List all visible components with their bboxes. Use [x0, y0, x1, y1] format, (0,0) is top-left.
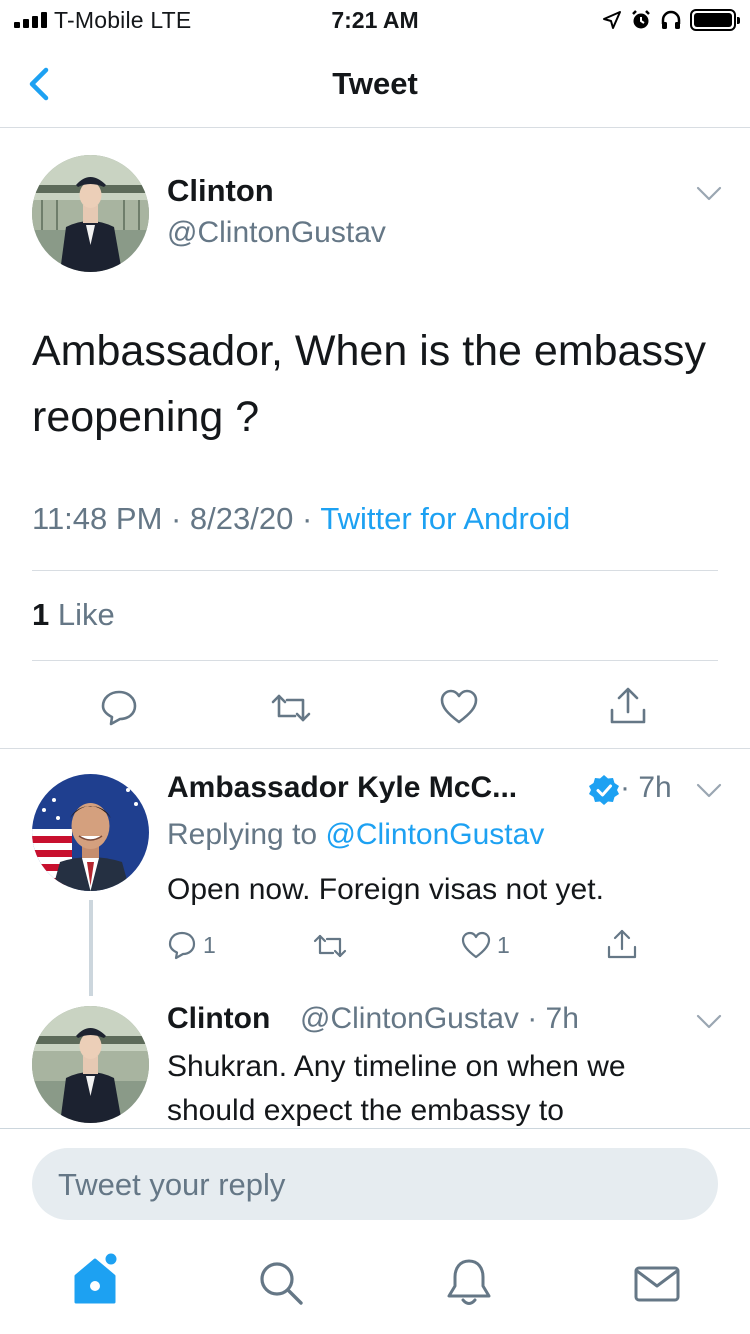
author-handle[interactable]: @ClintonGustav [167, 216, 386, 250]
verified-badge-icon [589, 775, 619, 805]
retweet-icon[interactable] [269, 690, 313, 726]
status-icons [602, 8, 740, 32]
reply-count: 1 [203, 932, 216, 958]
chevron-down-icon[interactable] [696, 1014, 722, 1030]
reply-author-name[interactable]: Clinton [167, 1002, 270, 1036]
replying-to-handle[interactable]: @ClintonGustav [325, 818, 544, 851]
like-label: Like [49, 597, 115, 632]
like-heart-icon[interactable] [460, 930, 492, 960]
reply-text-line: Shukran. Any timeline on when we [167, 1050, 626, 1083]
reply-icon[interactable] [167, 930, 197, 960]
reply-icon[interactable] [100, 688, 138, 726]
like-heart-icon[interactable] [439, 688, 479, 726]
tweet-meta: 11:48 PM · 8/23/20 · Twitter for Android [32, 501, 570, 537]
battery-icon [690, 9, 740, 31]
divider [32, 660, 718, 661]
avatar[interactable] [32, 155, 149, 272]
share-icon[interactable] [606, 928, 638, 960]
avatar[interactable] [32, 1006, 149, 1123]
page-title: Tweet [332, 66, 418, 101]
divider [0, 1128, 750, 1129]
divider [0, 748, 750, 749]
reply-handle-timestamp: @ClintonGustav · 7h [300, 1002, 579, 1035]
like-count: 1 [32, 597, 50, 632]
retweet-icon[interactable] [312, 931, 348, 961]
replying-to-label: Replying to [167, 818, 326, 851]
replying-to: Replying to @ClintonGustav [167, 818, 544, 852]
search-icon[interactable] [254, 1256, 308, 1310]
author-name[interactable]: Clinton [167, 173, 274, 209]
location-arrow-icon [603, 11, 621, 29]
alarm-icon [632, 10, 650, 29]
likes-summary[interactable]: 1 Like [32, 597, 115, 633]
chevron-down-icon[interactable] [696, 186, 722, 202]
reply-input[interactable]: Tweet your reply [32, 1148, 718, 1220]
reply-author-name[interactable]: Ambassador Kyle McC... [167, 771, 517, 805]
headphones-icon [661, 10, 681, 29]
divider [32, 570, 718, 571]
thread-line [89, 900, 93, 996]
tweet-text: Ambassador, When is the embassy reopenin… [32, 327, 706, 441]
notifications-bell-icon[interactable] [442, 1256, 496, 1310]
tweet-source-link[interactable]: Twitter for Android [320, 501, 570, 536]
nav-bar: Tweet [0, 40, 750, 128]
reply-placeholder: Tweet your reply [58, 1167, 286, 1202]
status-bar: T-Mobile LTE 7:21 AM [0, 0, 750, 40]
home-icon[interactable] [68, 1252, 122, 1306]
reply-timestamp: · 7h [620, 771, 672, 804]
avatar[interactable] [32, 774, 149, 891]
reply-text: Open now. Foreign visas not yet. [167, 873, 604, 906]
chevron-down-icon[interactable] [696, 783, 722, 799]
like-count: 1 [497, 932, 510, 958]
reply-text-line: should expect the embassy to [167, 1094, 564, 1127]
messages-envelope-icon[interactable] [630, 1258, 684, 1312]
share-icon[interactable] [608, 686, 648, 726]
tweet-timestamp: 11:48 PM · 8/23/20 · [32, 501, 321, 536]
